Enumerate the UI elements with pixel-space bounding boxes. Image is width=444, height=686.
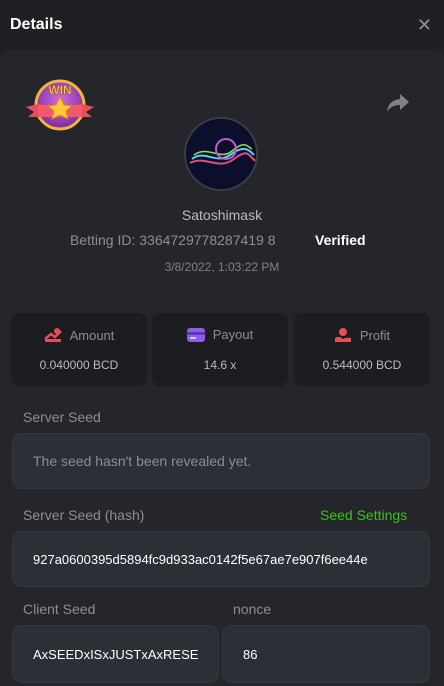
server-seed-hash-value: 927a0600395d5894fc9d933ac0142f5e67ae7e90… (33, 551, 368, 567)
bet-datetime: 3/8/2022, 1:03:22 PM (164, 260, 280, 274)
amount-icon (43, 328, 62, 342)
amount-card: Amount 0.040000 BCD (11, 313, 147, 386)
close-icon[interactable]: ✕ (417, 15, 432, 36)
page-title: Details (10, 16, 63, 33)
payout-value: 14.6 x (203, 358, 237, 372)
share-icon[interactable] (386, 92, 410, 114)
payout-label: Payout (212, 327, 254, 342)
server-seed-hash-label: Server Seed (hash) (23, 507, 145, 523)
nonce-value: 86 (243, 646, 258, 662)
avatar (184, 117, 258, 191)
client-seed-value: AxSEEDxISxJUSTxAxRESE (33, 646, 199, 662)
server-seed-hash-field[interactable]: 927a0600395d5894fc9d933ac0142f5e67ae7e90… (12, 531, 430, 587)
client-seed-label: Client Seed (23, 601, 96, 617)
profit-value: 0.544000 BCD (322, 358, 402, 372)
server-seed-label: Server Seed (23, 409, 101, 425)
profit-card: Profit 0.544000 BCD (294, 313, 430, 386)
betting-id: Betting ID: 3364729778287419 8 (70, 232, 276, 248)
server-seed-field: The seed hasn't been revealed yet. (12, 433, 430, 489)
profit-hand-icon (334, 328, 351, 342)
verified-badge: Verified (315, 232, 366, 248)
details-header: Details ✕ (0, 0, 444, 50)
nonce-field[interactable]: 86 (222, 625, 430, 683)
seed-settings-link[interactable]: Seed Settings (320, 507, 407, 523)
win-badge-icon: WIN (26, 79, 94, 131)
nonce-label: nonce (233, 601, 272, 617)
payout-card-icon (186, 327, 205, 342)
win-badge-text: WIN (48, 83, 71, 97)
profit-label: Profit (359, 327, 391, 343)
amount-label: Amount (69, 327, 115, 343)
payout-card: Payout 14.6 x (152, 313, 288, 386)
client-seed-field[interactable]: AxSEEDxISxJUSTxAxRESE (12, 625, 219, 683)
server-seed-value: The seed hasn't been revealed yet. (33, 453, 252, 469)
amount-value: 0.040000 BCD (39, 358, 119, 372)
username: Satoshimask (181, 207, 263, 223)
